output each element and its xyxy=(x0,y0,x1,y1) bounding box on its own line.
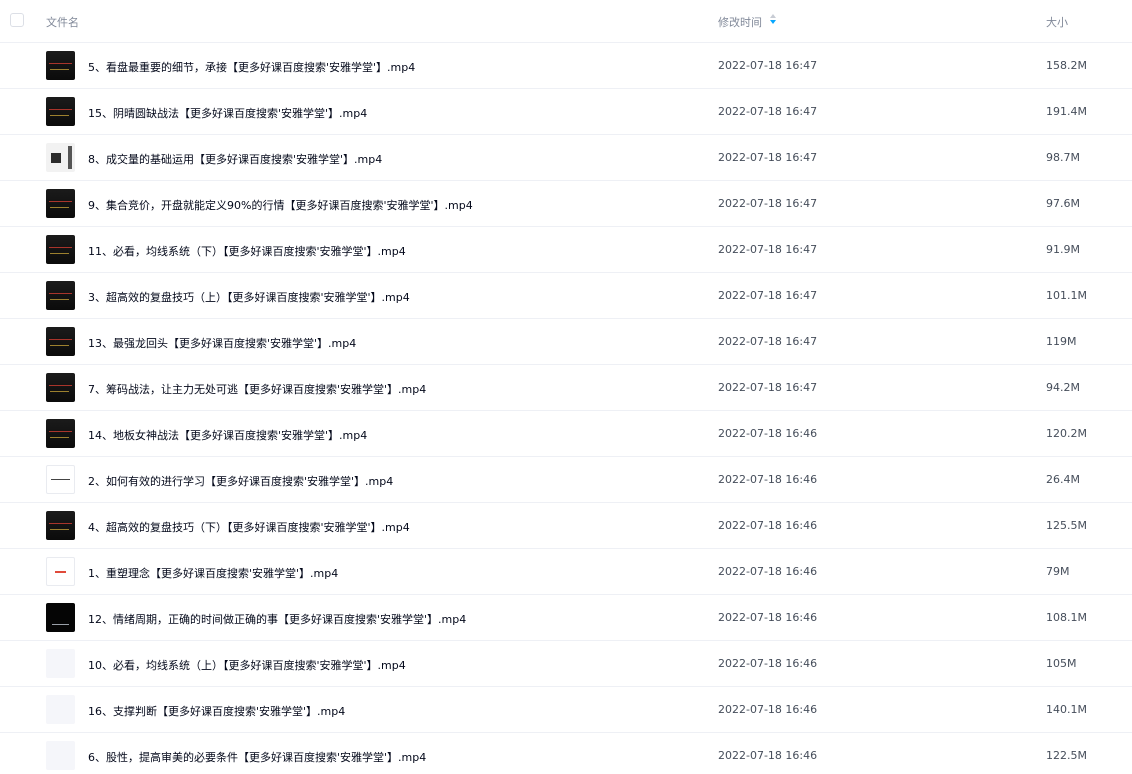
file-name[interactable]: 2、如何有效的进行学习【更多好课百度搜索'安雅学堂'】.mp4 xyxy=(88,473,393,489)
file-size: 140.1M xyxy=(1046,703,1087,716)
video-thumbnail xyxy=(46,97,75,126)
video-thumbnail xyxy=(46,327,75,356)
table-row[interactable]: 7、筹码战法，让主力无处可逃【更多好课百度搜索'安雅学堂'】.mp4 2022-0… xyxy=(0,365,1132,411)
file-size: 79M xyxy=(1046,565,1070,578)
file-name[interactable]: 9、集合竞价，开盘就能定义90%的行情【更多好课百度搜索'安雅学堂'】.mp4 xyxy=(88,197,473,213)
table-row[interactable]: 15、阴晴圆缺战法【更多好课百度搜索'安雅学堂'】.mp4 2022-07-18 … xyxy=(0,89,1132,135)
file-modified-time: 2022-07-18 16:47 xyxy=(718,381,818,394)
file-modified-time: 2022-07-18 16:46 xyxy=(718,565,818,578)
table-row[interactable]: 4、超高效的复盘技巧（下）【更多好课百度搜索'安雅学堂'】.mp4 2022-07… xyxy=(0,503,1132,549)
file-name[interactable]: 1、重塑理念【更多好课百度搜索'安雅学堂'】.mp4 xyxy=(88,565,338,581)
video-thumbnail xyxy=(46,281,75,310)
file-size: 98.7M xyxy=(1046,151,1080,164)
video-thumbnail xyxy=(46,419,75,448)
file-name[interactable]: 7、筹码战法，让主力无处可逃【更多好课百度搜索'安雅学堂'】.mp4 xyxy=(88,381,426,397)
file-modified-time: 2022-07-18 16:46 xyxy=(718,611,818,624)
file-size: 120.2M xyxy=(1046,427,1087,440)
video-thumbnail xyxy=(46,189,75,218)
video-thumbnail xyxy=(46,143,75,172)
file-size: 26.4M xyxy=(1046,473,1080,486)
file-name[interactable]: 5、看盘最重要的细节，承接【更多好课百度搜索'安雅学堂'】.mp4 xyxy=(88,59,415,75)
video-thumbnail xyxy=(46,235,75,264)
video-thumbnail xyxy=(46,695,75,724)
file-size: 191.4M xyxy=(1046,105,1087,118)
table-row[interactable]: 11、必看，均线系统（下）【更多好课百度搜索'安雅学堂'】.mp4 2022-07… xyxy=(0,227,1132,273)
file-name[interactable]: 14、地板女神战法【更多好课百度搜索'安雅学堂'】.mp4 xyxy=(88,427,367,443)
file-name[interactable]: 10、必看，均线系统（上）【更多好课百度搜索'安雅学堂'】.mp4 xyxy=(88,657,406,673)
file-list-table: 文件名 修改时间 大小 5、看盘最重要的细节，承接【更多好课百度搜索'安雅学堂'… xyxy=(0,0,1132,774)
file-size: 91.9M xyxy=(1046,243,1080,256)
video-thumbnail xyxy=(46,557,75,586)
video-thumbnail xyxy=(46,649,75,678)
file-size: 108.1M xyxy=(1046,611,1087,624)
table-row[interactable]: 1、重塑理念【更多好课百度搜索'安雅学堂'】.mp4 2022-07-18 16:… xyxy=(0,549,1132,595)
table-row[interactable]: 14、地板女神战法【更多好课百度搜索'安雅学堂'】.mp4 2022-07-18 … xyxy=(0,411,1132,457)
file-modified-time: 2022-07-18 16:47 xyxy=(718,335,818,348)
file-modified-time: 2022-07-18 16:47 xyxy=(718,59,818,72)
table-row[interactable]: 12、情绪周期，正确的时间做正确的事【更多好课百度搜索'安雅学堂'】.mp4 20… xyxy=(0,595,1132,641)
file-modified-time: 2022-07-18 16:47 xyxy=(718,197,818,210)
table-row[interactable]: 3、超高效的复盘技巧（上）【更多好课百度搜索'安雅学堂'】.mp4 2022-07… xyxy=(0,273,1132,319)
file-size: 119M xyxy=(1046,335,1077,348)
column-header-size[interactable]: 大小 xyxy=(1046,14,1068,30)
file-modified-time: 2022-07-18 16:47 xyxy=(718,151,818,164)
file-name[interactable]: 11、必看，均线系统（下）【更多好课百度搜索'安雅学堂'】.mp4 xyxy=(88,243,406,259)
video-thumbnail xyxy=(46,741,75,770)
file-name[interactable]: 6、股性，提高审美的必要条件【更多好课百度搜索'安雅学堂'】.mp4 xyxy=(88,749,426,765)
video-thumbnail xyxy=(46,603,75,632)
file-size: 105M xyxy=(1046,657,1077,670)
file-modified-time: 2022-07-18 16:47 xyxy=(718,289,818,302)
table-header: 文件名 修改时间 大小 xyxy=(0,0,1132,43)
file-modified-time: 2022-07-18 16:46 xyxy=(718,703,818,716)
file-size: 101.1M xyxy=(1046,289,1087,302)
file-name[interactable]: 16、支撑判断【更多好课百度搜索'安雅学堂'】.mp4 xyxy=(88,703,345,719)
file-name[interactable]: 8、成交量的基础运用【更多好课百度搜索'安雅学堂'】.mp4 xyxy=(88,151,382,167)
table-row[interactable]: 5、看盘最重要的细节，承接【更多好课百度搜索'安雅学堂'】.mp4 2022-07… xyxy=(0,43,1132,89)
file-size: 158.2M xyxy=(1046,59,1087,72)
sort-icon[interactable] xyxy=(769,13,777,25)
column-header-name[interactable]: 文件名 xyxy=(46,14,79,30)
file-name[interactable]: 15、阴晴圆缺战法【更多好课百度搜索'安雅学堂'】.mp4 xyxy=(88,105,367,121)
video-thumbnail xyxy=(46,51,75,80)
select-all-checkbox[interactable] xyxy=(10,13,24,27)
video-thumbnail xyxy=(46,465,75,494)
table-row[interactable]: 13、最强龙回头【更多好课百度搜索'安雅学堂'】.mp4 2022-07-18 1… xyxy=(0,319,1132,365)
file-modified-time: 2022-07-18 16:46 xyxy=(718,657,818,670)
file-size: 97.6M xyxy=(1046,197,1080,210)
file-modified-time: 2022-07-18 16:46 xyxy=(718,519,818,532)
video-thumbnail xyxy=(46,511,75,540)
file-modified-time: 2022-07-18 16:46 xyxy=(718,749,818,762)
file-size: 122.5M xyxy=(1046,749,1087,762)
file-modified-time: 2022-07-18 16:47 xyxy=(718,243,818,256)
table-row[interactable]: 6、股性，提高审美的必要条件【更多好课百度搜索'安雅学堂'】.mp4 2022-0… xyxy=(0,733,1132,774)
table-row[interactable]: 8、成交量的基础运用【更多好课百度搜索'安雅学堂'】.mp4 2022-07-18… xyxy=(0,135,1132,181)
table-row[interactable]: 16、支撑判断【更多好课百度搜索'安雅学堂'】.mp4 2022-07-18 16… xyxy=(0,687,1132,733)
table-row[interactable]: 2、如何有效的进行学习【更多好课百度搜索'安雅学堂'】.mp4 2022-07-1… xyxy=(0,457,1132,503)
table-row[interactable]: 10、必看，均线系统（上）【更多好课百度搜索'安雅学堂'】.mp4 2022-07… xyxy=(0,641,1132,687)
file-modified-time: 2022-07-18 16:47 xyxy=(718,105,818,118)
file-rows: 5、看盘最重要的细节，承接【更多好课百度搜索'安雅学堂'】.mp4 2022-07… xyxy=(0,43,1132,774)
column-header-modified-time[interactable]: 修改时间 xyxy=(718,14,762,30)
file-name[interactable]: 3、超高效的复盘技巧（上）【更多好课百度搜索'安雅学堂'】.mp4 xyxy=(88,289,410,305)
table-row[interactable]: 9、集合竞价，开盘就能定义90%的行情【更多好课百度搜索'安雅学堂'】.mp4 2… xyxy=(0,181,1132,227)
file-size: 94.2M xyxy=(1046,381,1080,394)
file-modified-time: 2022-07-18 16:46 xyxy=(718,427,818,440)
file-name[interactable]: 13、最强龙回头【更多好课百度搜索'安雅学堂'】.mp4 xyxy=(88,335,356,351)
video-thumbnail xyxy=(46,373,75,402)
file-modified-time: 2022-07-18 16:46 xyxy=(718,473,818,486)
file-size: 125.5M xyxy=(1046,519,1087,532)
file-name[interactable]: 12、情绪周期，正确的时间做正确的事【更多好课百度搜索'安雅学堂'】.mp4 xyxy=(88,611,466,627)
file-name[interactable]: 4、超高效的复盘技巧（下）【更多好课百度搜索'安雅学堂'】.mp4 xyxy=(88,519,410,535)
